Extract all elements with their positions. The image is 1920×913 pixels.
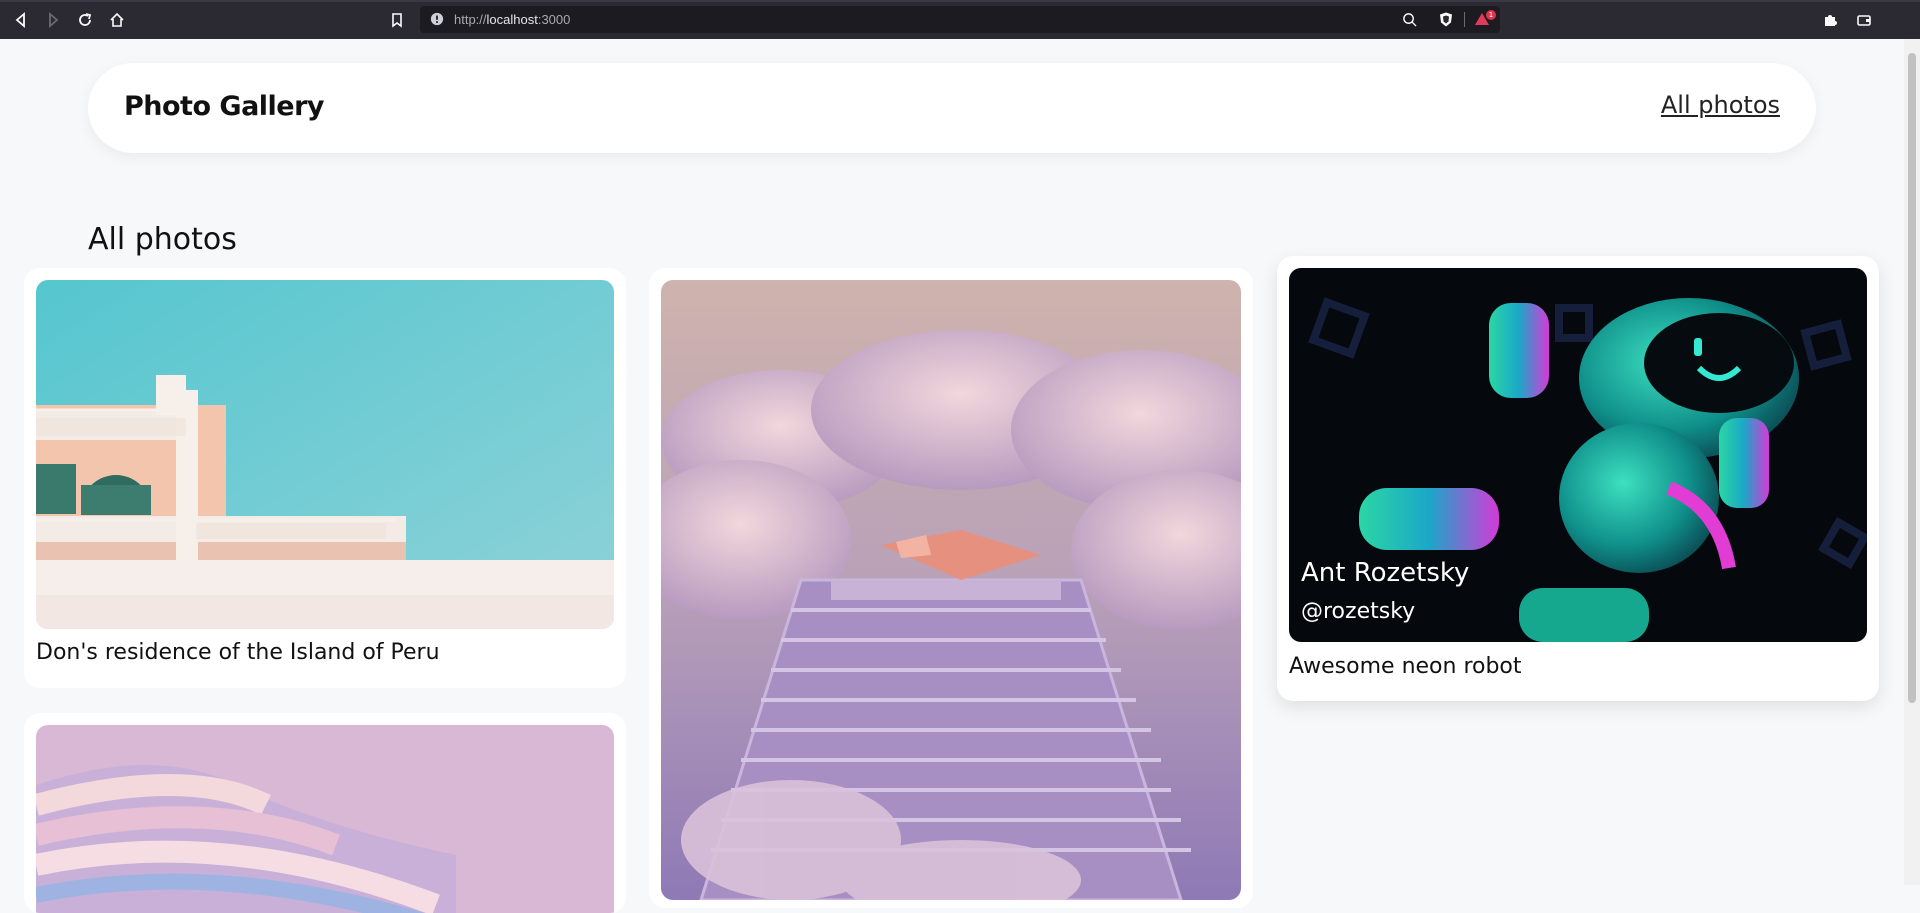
home-icon — [110, 12, 124, 27]
wallet-icon — [1857, 15, 1871, 26]
back-icon — [15, 12, 25, 28]
page-title: All photos — [88, 222, 237, 258]
browser-toolbar: http://localhost:3000 1 — [0, 0, 1920, 39]
photo-caption: Don's residence of the Island of Peru — [36, 640, 440, 665]
puzzle-icon — [1825, 15, 1837, 26]
photo-image[interactable]: Ant Rozetsky @rozetsky — [1289, 268, 1867, 642]
url-text: http://localhost:3000 — [454, 12, 571, 27]
cloud-staircase-photo — [661, 280, 1241, 900]
bookmark-icon — [392, 13, 402, 28]
building-photo — [36, 280, 614, 629]
forward-button[interactable] — [42, 9, 64, 31]
all-photos-link[interactable]: All photos — [1661, 91, 1780, 119]
photo-card[interactable] — [24, 713, 626, 913]
site-header: Photo Gallery All photos — [88, 63, 1816, 153]
reload-icon — [79, 13, 92, 26]
extensions-button[interactable] — [1819, 9, 1841, 31]
back-button[interactable] — [10, 9, 32, 31]
notification-badge: 1 — [1486, 10, 1496, 20]
photo-image[interactable] — [36, 280, 614, 629]
photo-image[interactable] — [661, 280, 1241, 900]
brand-title[interactable]: Photo Gallery — [124, 91, 325, 122]
site-info-icon[interactable] — [430, 12, 444, 26]
photo-card[interactable]: Don's residence of the Island of Peru — [24, 268, 626, 688]
zoom-icon[interactable] — [1402, 12, 1417, 27]
photo-card[interactable] — [649, 268, 1253, 908]
reload-button[interactable] — [74, 9, 96, 31]
photo-card[interactable]: Ant Rozetsky @rozetsky Awesome neon robo… — [1277, 256, 1879, 701]
photo-caption: Awesome neon robot — [1289, 654, 1522, 679]
page-scrollbar[interactable] — [1904, 39, 1920, 885]
address-bar[interactable]: http://localhost:3000 — [420, 6, 1500, 33]
tab-strip — [0, 0, 1920, 2]
brave-shield-icon[interactable] — [1438, 11, 1454, 28]
forward-icon — [49, 12, 59, 28]
scrollbar-thumb[interactable] — [1908, 53, 1916, 703]
bookmark-button[interactable] — [386, 9, 408, 31]
author-name[interactable]: Ant Rozetsky — [1301, 558, 1469, 588]
home-button[interactable] — [106, 9, 128, 31]
author-handle[interactable]: @rozetsky — [1301, 599, 1415, 624]
wallet-button[interactable] — [1853, 9, 1875, 31]
address-divider — [1464, 12, 1465, 27]
